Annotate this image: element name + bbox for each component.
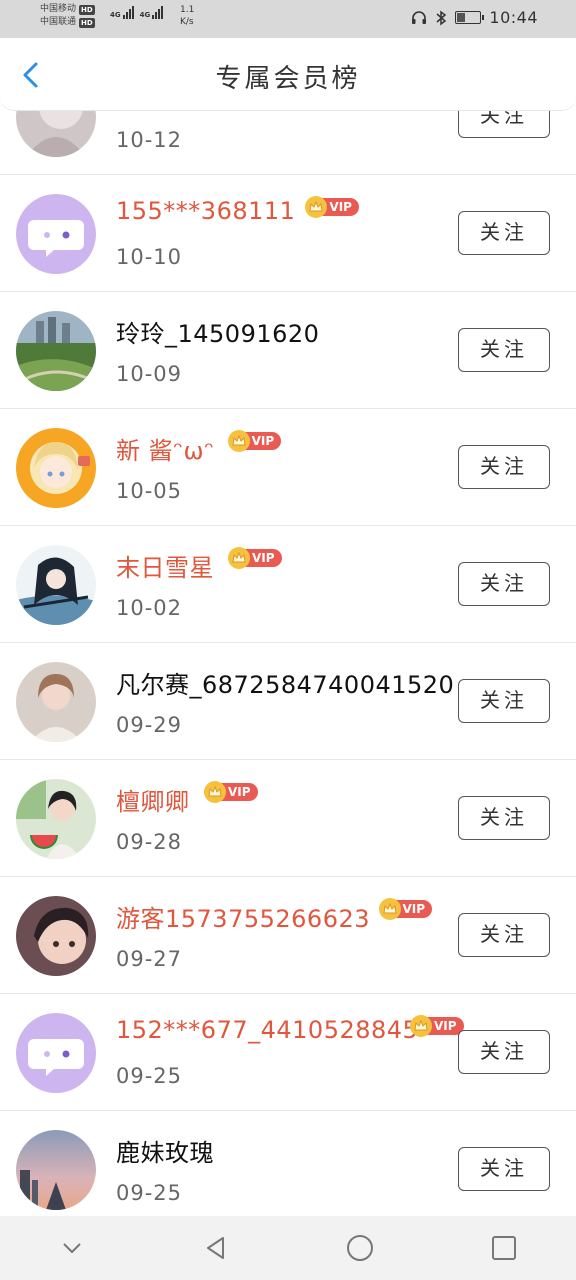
follow-button[interactable]: 关注 <box>458 562 550 606</box>
crown-icon <box>410 1015 432 1037</box>
signal-icons: 4G 4G <box>110 6 164 19</box>
member-list: 10-12 关注 155***368111 VIP 10-10 关注 玲玲_14509162… <box>0 58 576 1228</box>
network-speed: 1.1 K/s <box>180 5 195 27</box>
avatar[interactable] <box>16 1130 96 1210</box>
avatar[interactable] <box>16 428 96 508</box>
list-item[interactable]: 末日雪星 VIP 10-02 关注 <box>0 526 576 643</box>
follow-button[interactable]: 关注 <box>458 1147 550 1191</box>
crown-icon <box>227 430 250 452</box>
nav-recents-button[interactable] <box>484 1228 524 1268</box>
list-item[interactable]: 游客1573755266623 VIP 09-27 关注 <box>0 877 576 994</box>
page-title: 专属会员榜 <box>215 64 361 94</box>
vip-badge: VIP <box>378 898 433 920</box>
avatar[interactable] <box>16 194 96 274</box>
system-nav-bar <box>0 1216 576 1280</box>
username[interactable]: 155***368111 <box>116 197 295 225</box>
follow-button[interactable]: 关注 <box>458 1030 550 1074</box>
carrier-2: 中国联通 <box>40 17 77 27</box>
home-circle-icon <box>347 1235 373 1261</box>
join-date: 09-27 <box>116 947 183 971</box>
join-date: 10-09 <box>116 362 183 386</box>
vip-badge: VIP <box>227 430 282 452</box>
username[interactable]: 凡尔赛_6872584740041520 <box>116 665 454 700</box>
back-triangle-icon <box>207 1237 224 1259</box>
signal-icon: 4G <box>110 6 134 19</box>
hd-badge: HD <box>79 17 95 28</box>
carrier-info: 中国移动 HD 中国联通 HD <box>40 3 95 29</box>
join-date: 10-10 <box>116 245 183 269</box>
list-item[interactable]: 鹿妹玫瑰 09-25 关注 <box>0 1111 576 1228</box>
crown-icon <box>203 781 226 803</box>
sunset-avatar <box>16 1130 96 1210</box>
vip-badge: VIP <box>203 781 258 803</box>
avatar[interactable] <box>16 545 96 625</box>
vip-badge: VIP <box>410 1015 464 1037</box>
join-date: 09-29 <box>116 713 183 737</box>
carrier-1: 中国移动 <box>40 4 77 14</box>
username[interactable]: 鹿妹玫瑰 <box>116 1133 214 1168</box>
list-item[interactable]: 155***368111 VIP 10-10 关注 <box>0 175 576 292</box>
signal-icon: 4G <box>140 6 164 19</box>
avatar[interactable] <box>16 1013 96 1093</box>
vip-badge: VIP <box>227 547 282 569</box>
bluetooth-icon <box>436 10 447 25</box>
follow-button[interactable]: 关注 <box>458 211 550 255</box>
join-date: 09-28 <box>116 830 183 854</box>
status-bar: 中国移动 HD 中国联通 HD 4G 4G 1.1 K/s 10:44 <box>0 0 576 38</box>
crown-icon <box>378 898 401 920</box>
join-date: 09-25 <box>116 1181 183 1205</box>
hd-badge: HD <box>79 4 95 15</box>
follow-button[interactable]: 关注 <box>458 796 550 840</box>
clock: 10:44 <box>489 8 538 27</box>
headphone-icon <box>412 10 427 24</box>
username[interactable]: 游客1573755266623 <box>116 899 370 934</box>
list-item[interactable]: 152***677_4410528845 VIP 09-25 关注 <box>0 994 576 1111</box>
username[interactable]: 檀卿卿 <box>116 782 190 817</box>
follow-button[interactable]: 关注 <box>458 328 550 372</box>
landscape-avatar <box>16 311 96 391</box>
avatar[interactable] <box>16 311 96 391</box>
avatar[interactable] <box>16 779 96 859</box>
username[interactable]: 新 酱ᵔωᵔ <box>116 431 215 466</box>
username[interactable]: 末日雪星 <box>116 548 214 583</box>
list-item[interactable]: 新 酱ᵔωᵔ VIP 10-05 关注 <box>0 409 576 526</box>
girl-photo-avatar <box>16 662 96 742</box>
avatar[interactable] <box>16 662 96 742</box>
app-header: 专属会员榜 <box>0 38 576 111</box>
username[interactable]: 152***677_4410528845 <box>116 1016 418 1044</box>
list-item[interactable]: 玲玲_145091620 10-09 关注 <box>0 292 576 409</box>
list-item[interactable]: 凡尔赛_6872584740041520 09-29 关注 <box>0 643 576 760</box>
anime-boy-avatar <box>16 545 96 625</box>
woman-watermelon-avatar <box>16 779 96 859</box>
chevron-down-icon <box>63 1243 81 1254</box>
username[interactable]: 玲玲_145091620 <box>116 314 319 349</box>
nav-back-button[interactable] <box>196 1228 236 1268</box>
join-date: 09-25 <box>116 1064 183 1088</box>
follow-button[interactable]: 关注 <box>458 679 550 723</box>
child-photo-avatar <box>16 896 96 976</box>
follow-button[interactable]: 关注 <box>458 445 550 489</box>
default-chat-avatar <box>16 194 96 274</box>
recents-square-icon <box>492 1236 516 1260</box>
join-date: 10-02 <box>116 596 183 620</box>
vip-badge: VIP <box>305 196 359 218</box>
collapse-button[interactable] <box>52 1228 92 1268</box>
crown-icon <box>227 547 250 569</box>
join-date: 10-05 <box>116 479 183 503</box>
nav-home-button[interactable] <box>340 1228 380 1268</box>
join-date: 10-12 <box>116 128 183 152</box>
avatar[interactable] <box>16 896 96 976</box>
battery-icon <box>455 11 485 24</box>
list-item[interactable]: 檀卿卿 VIP 09-28 关注 <box>0 760 576 877</box>
default-chat-avatar <box>16 1013 96 1093</box>
follow-button[interactable]: 关注 <box>458 913 550 957</box>
anime-girl-avatar <box>16 428 96 508</box>
